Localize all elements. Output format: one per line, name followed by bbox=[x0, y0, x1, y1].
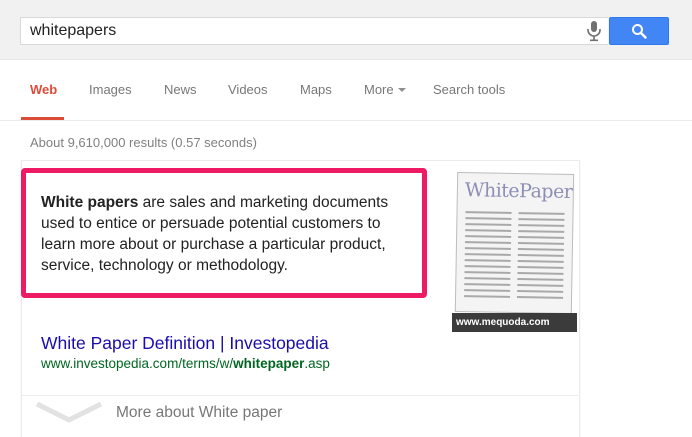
more-about-label: More about White paper bbox=[116, 404, 283, 421]
search-button[interactable] bbox=[609, 17, 669, 45]
paper-lines-right bbox=[517, 212, 565, 303]
more-about-row[interactable]: More about White paper bbox=[21, 395, 578, 437]
snippet-thumbnail[interactable]: WhitePaper www.mequoda.com bbox=[452, 170, 577, 332]
paper-lines-left bbox=[464, 211, 512, 302]
tab-maps[interactable]: Maps bbox=[300, 82, 332, 97]
image-source-caption: www.mequoda.com bbox=[452, 313, 577, 332]
chevron-down-icon bbox=[35, 401, 103, 423]
result-title-link[interactable]: White Paper Definition | Investopedia bbox=[41, 333, 329, 354]
tab-more-label: More bbox=[364, 82, 394, 97]
search-input[interactable] bbox=[21, 18, 590, 44]
url-bold: whitepaper bbox=[233, 356, 305, 371]
tab-news[interactable]: News bbox=[164, 82, 197, 97]
search-header bbox=[0, 0, 692, 60]
tab-more[interactable]: More bbox=[364, 82, 406, 97]
url-prefix: www.investopedia.com/terms/w/ bbox=[41, 356, 234, 371]
search-box[interactable] bbox=[20, 17, 608, 45]
tab-images[interactable]: Images bbox=[89, 82, 132, 97]
result-url: www.investopedia.com/terms/w/whitepaper.… bbox=[41, 356, 330, 371]
snippet-highlight-box: White papers are sales and marketing doc… bbox=[21, 168, 427, 298]
result-stats: About 9,610,000 results (0.57 seconds) bbox=[30, 135, 257, 150]
paper-title: WhitePaper bbox=[464, 179, 573, 204]
url-suffix: .asp bbox=[304, 356, 330, 371]
search-tabs: Web Images News Videos Maps More Search … bbox=[0, 60, 692, 121]
active-tab-indicator bbox=[21, 117, 64, 120]
tab-web[interactable]: Web bbox=[30, 82, 57, 97]
snippet-bold-term: White papers bbox=[41, 194, 139, 211]
chevron-down-icon bbox=[397, 87, 406, 92]
tab-videos[interactable]: Videos bbox=[228, 82, 268, 97]
snippet-text: White papers are sales and marketing doc… bbox=[41, 192, 416, 276]
whitepaper-illustration: WhitePaper bbox=[454, 171, 575, 315]
search-icon bbox=[632, 24, 647, 39]
search-tools-button[interactable]: Search tools bbox=[433, 82, 505, 97]
microphone-icon[interactable] bbox=[585, 20, 603, 42]
